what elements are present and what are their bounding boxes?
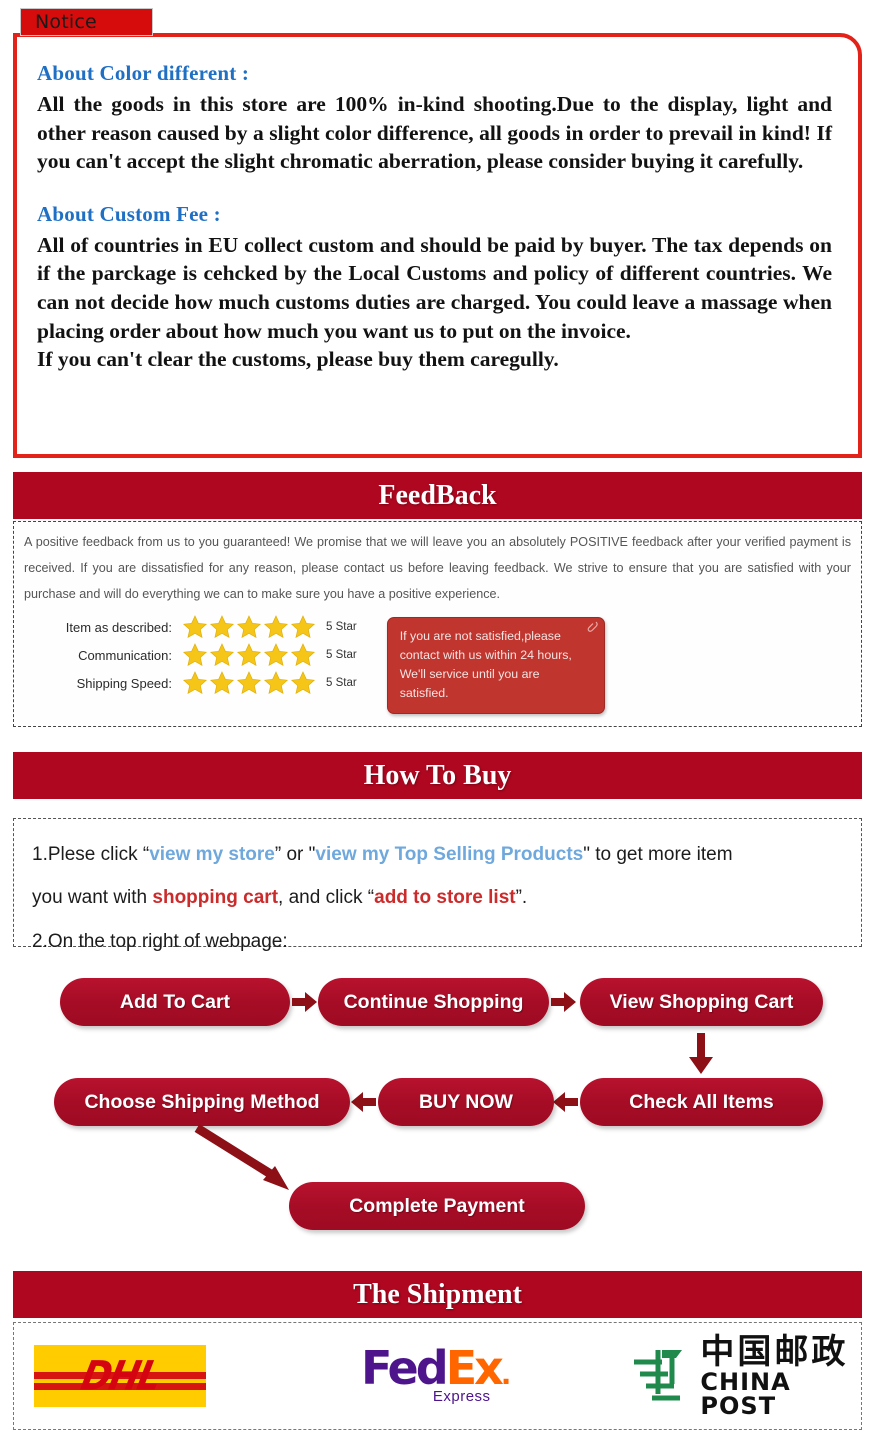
notice-heading-color: About Color different : [37, 61, 250, 85]
fedex-logo: FedEx. Express [361, 1345, 512, 1406]
star-icon [182, 614, 208, 640]
rating-label-item-as-described: Item as described: [65, 619, 172, 635]
flow-step-label: Choose Shipping Method [84, 1090, 320, 1113]
flow-step-continue-shopping[interactable]: Continue Shopping [318, 978, 549, 1026]
china-post-emblem-icon [628, 1344, 690, 1409]
step2-text-c: ”. [515, 887, 528, 909]
rating-value-communication: 5 Star [326, 649, 357, 662]
link-view-my-top-selling-products[interactable]: view my Top Selling Products [315, 844, 583, 865]
feedback-content-box: A positive feedback from us to you guara… [13, 521, 862, 727]
notice-body-custom-fee: All of countries in EU collect custom an… [37, 232, 832, 343]
feedback-banner-title: FeedBack [378, 479, 497, 511]
rating-row: Shipping Speed: 5 Star [42, 669, 357, 697]
star-icon [182, 642, 208, 668]
link-view-my-store[interactable]: view my store [149, 844, 275, 865]
feedback-banner: FeedBack [13, 472, 862, 519]
star-icon [290, 670, 316, 696]
fedex-ex-text: Ex [445, 1340, 504, 1395]
flow-step-complete-payment[interactable]: Complete Payment [289, 1182, 585, 1230]
star-rating-item-as-described [182, 614, 316, 640]
star-icon [209, 642, 235, 668]
notice-card: About Color different : All the goods in… [13, 33, 862, 458]
flow-step-add-to-cart[interactable]: Add To Cart [60, 978, 290, 1026]
fedex-registered-dot: . [500, 1357, 512, 1391]
china-post-wordmark: 中国邮政 CHINA POST [700, 1335, 861, 1418]
rating-label-shipping-speed: Shipping Speed: [76, 675, 172, 691]
how-to-buy-step-3: 2.On the top right of webpage: [32, 930, 288, 952]
rating-label-communication: Communication: [78, 647, 172, 663]
star-rating-shipping-speed [182, 670, 316, 696]
how-to-buy-banner-title: How To Buy [363, 759, 512, 791]
step2-text-a: you want with [32, 887, 153, 909]
star-icon [290, 614, 316, 640]
shipment-carriers-box: DHL FedEx. Express 中国邮政 CHINA POST [13, 1322, 862, 1430]
feedback-paragraph: A positive feedback from us to you guara… [24, 535, 851, 601]
arrow-left-icon [552, 1092, 578, 1117]
flow-step-label: Complete Payment [349, 1194, 525, 1217]
flow-step-choose-shipping-method[interactable]: Choose Shipping Method [54, 1078, 350, 1126]
arrow-down-icon [686, 1033, 716, 1080]
notice-spacer [37, 176, 832, 202]
link-shopping-cart[interactable]: shopping cart [152, 887, 278, 908]
step1-text-b: ” or " [274, 844, 316, 865]
notice-body-color: All the goods in this store are 100% in-… [37, 92, 832, 174]
star-icon [236, 642, 262, 668]
star-icon [263, 642, 289, 668]
notice-heading-custom-fee: About Custom Fee : [37, 201, 221, 226]
arrow-right-icon [292, 992, 318, 1017]
rating-value-shipping-speed: 5 Star [326, 677, 357, 690]
star-icon [182, 670, 208, 696]
step1-text-a: 1.Plese click “ [32, 844, 150, 865]
star-icon [236, 670, 262, 696]
china-post-logo: 中国邮政 CHINA POST [628, 1335, 861, 1418]
star-rating-communication [182, 642, 316, 668]
notice-body-custom-fee-extra: If you can't clear the customs, please b… [37, 347, 559, 372]
rating-table: Item as described: 5 Star Communication: [42, 613, 357, 697]
flow-step-label: Check All Items [629, 1090, 774, 1113]
how-to-buy-banner: How To Buy [13, 752, 862, 799]
star-icon [236, 614, 262, 640]
shipment-banner: The Shipment [13, 1271, 862, 1318]
how-to-buy-step-2: you want with shopping cart, and click “… [32, 876, 843, 919]
how-to-buy-steps-box: 1.Plese click “view my store” or "view m… [13, 818, 862, 952]
flow-step-label: Add To Cart [119, 990, 231, 1013]
china-post-english-text: CHINA POST [700, 1367, 791, 1420]
flow-step-label: View Shopping Cart [609, 990, 794, 1013]
step1-text-c: " to get more item [583, 844, 733, 865]
satisfaction-note-card: If you are not satisfied,please contact … [386, 617, 605, 714]
purchase-flow-diagram: Add To Cart Continue Shopping View Shopp… [0, 960, 875, 1260]
feedback-ratings: Item as described: 5 Star Communication: [14, 607, 861, 714]
arrow-right-icon [551, 992, 577, 1017]
shipment-banner-title: The Shipment [353, 1278, 522, 1310]
rating-value-item-as-described: 5 Star [326, 621, 357, 634]
fedex-wordmark: FedEx. [361, 1345, 512, 1391]
flow-step-label: Continue Shopping [343, 990, 524, 1013]
dhl-logo-slot: DHL [14, 1345, 206, 1407]
flow-step-view-shopping-cart[interactable]: View Shopping Cart [580, 978, 823, 1026]
dhl-logo: DHL [34, 1345, 206, 1407]
notice-tab: Notice [20, 8, 153, 36]
dhl-wordmark: DHL [76, 1353, 164, 1399]
paperclip-icon [587, 620, 599, 634]
flow-step-check-all-items[interactable]: Check All Items [580, 1078, 823, 1126]
star-icon [263, 670, 289, 696]
flow-step-label: BUY NOW [419, 1090, 513, 1113]
star-icon [209, 670, 235, 696]
link-add-to-store-list[interactable]: add to store list [374, 887, 515, 908]
flow-step-buy-now[interactable]: BUY NOW [378, 1078, 554, 1126]
star-icon [263, 614, 289, 640]
star-icon [290, 642, 316, 668]
arrow-left-icon [350, 1092, 376, 1117]
rating-row: Communication: 5 Star [42, 641, 357, 669]
how-to-buy-step-1: 1.Plese click “view my store” or "view m… [32, 833, 843, 876]
satisfaction-note-text: If you are not satisfied,please contact … [399, 629, 572, 700]
china-post-chinese-text: 中国邮政 [700, 1331, 849, 1372]
star-icon [209, 614, 235, 640]
rating-row: Item as described: 5 Star [42, 613, 357, 641]
fedex-fed-text: Fed [361, 1340, 449, 1395]
step2-text-b: , and click “ [278, 887, 375, 909]
notice-tab-label: Notice [35, 11, 97, 33]
